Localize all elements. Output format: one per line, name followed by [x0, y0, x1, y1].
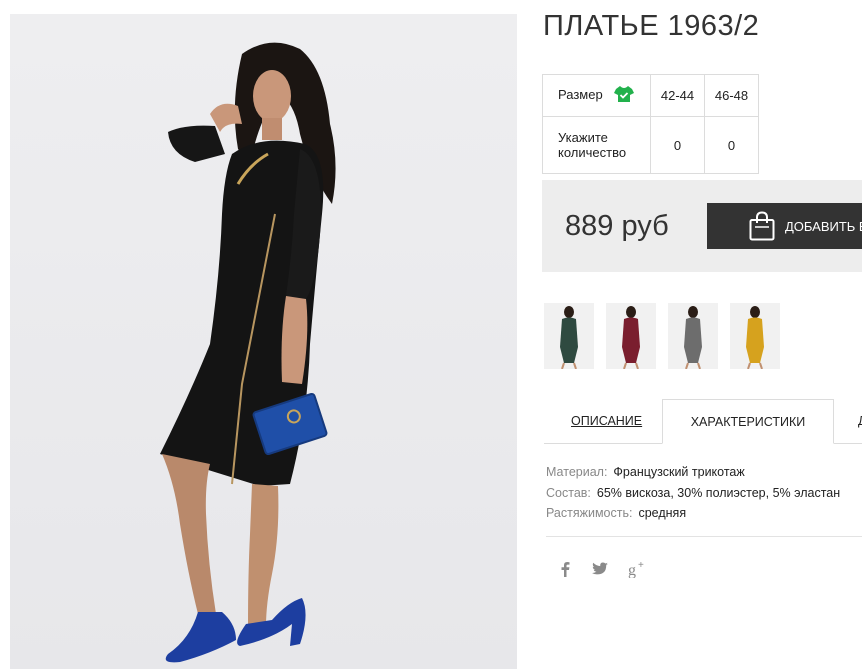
product-tabs: ОПИСАНИЕ ХАРАКТЕРИСТИКИ Д: [544, 399, 862, 444]
quantity-label-cell: Укажите количество: [542, 116, 651, 174]
spec-value: Французский трикотаж: [613, 465, 745, 479]
purchase-panel: 889 руб ДОБАВИТЬ В: [542, 180, 862, 272]
size-quantity-table: Размер 42-44 46-48 Укажите количество 0 …: [542, 74, 759, 174]
spec-row-material: Материал: Французский трикотаж: [546, 462, 840, 483]
social-share: g +: [558, 560, 648, 583]
spec-key: Растяжимость:: [546, 506, 633, 520]
spec-value: средняя: [638, 506, 687, 520]
quantity-label-line2: количество: [558, 145, 627, 160]
svg-text:g: g: [628, 562, 636, 578]
color-variant-thumb[interactable]: [606, 303, 656, 369]
google-plus-icon[interactable]: g +: [628, 560, 648, 583]
add-to-cart-label: ДОБАВИТЬ В: [785, 218, 862, 234]
tab-characteristics[interactable]: ХАРАКТЕРИСТИКИ: [662, 399, 834, 444]
size-option-46-48: 46-48: [704, 74, 759, 117]
size-label: Размер: [558, 86, 603, 102]
size-label-cell: Размер: [542, 74, 651, 117]
product-photo-illustration: [160, 42, 336, 663]
product-main-image[interactable]: [10, 14, 517, 669]
product-title: ПЛАТЬЕ 1963/2: [543, 10, 760, 42]
shopping-bag-icon: [749, 211, 775, 241]
facebook-icon[interactable]: [558, 561, 572, 582]
spec-key: Состав:: [546, 485, 591, 500]
svg-text:+: +: [638, 560, 644, 571]
color-variant-thumb[interactable]: [544, 303, 594, 369]
quantity-label-line1: Укажите: [558, 130, 608, 145]
spec-key: Материал:: [546, 465, 608, 479]
divider: [546, 536, 862, 537]
size-row: Размер 42-44 46-48: [542, 74, 759, 117]
tab-delivery[interactable]: Д: [858, 399, 862, 444]
add-to-cart-button[interactable]: ДОБАВИТЬ В: [707, 203, 862, 249]
twitter-icon[interactable]: [592, 562, 608, 581]
color-variant-thumb[interactable]: [668, 303, 718, 369]
quantity-input-42-44[interactable]: 0: [650, 116, 705, 174]
quantity-input-46-48[interactable]: 0: [704, 116, 759, 174]
characteristics-list: Материал: Французский трикотаж Состав: 65%…: [546, 462, 840, 524]
t-shirt-icon[interactable]: [614, 85, 635, 106]
spec-row-composition: Состав: 65% вискоза, 30% полиэстер, 5% эл…: [546, 483, 840, 504]
price: 889 руб: [565, 210, 669, 242]
tab-description[interactable]: ОПИСАНИЕ: [571, 399, 642, 444]
quantity-row: Укажите количество 0 0: [542, 116, 759, 174]
spec-value: 65% вискоза, 30% полиэстер, 5% эластан: [596, 485, 841, 500]
spec-row-stretch: Растяжимость: средняя: [546, 503, 840, 524]
size-option-42-44: 42-44: [650, 74, 705, 117]
color-variant-thumb[interactable]: [730, 303, 780, 369]
